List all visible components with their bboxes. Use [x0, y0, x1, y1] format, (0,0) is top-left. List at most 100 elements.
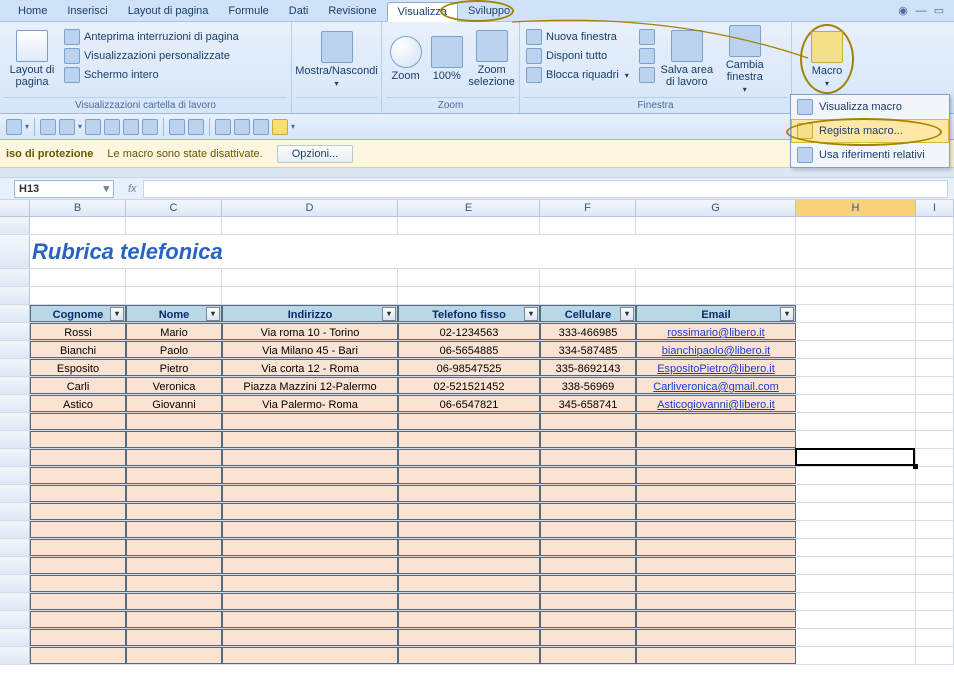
unhide-button[interactable] [637, 66, 657, 84]
cell[interactable] [540, 485, 636, 502]
cell[interactable]: 338-56969 [540, 377, 636, 394]
cell[interactable] [916, 395, 954, 412]
cell[interactable]: 02-521521452 [398, 377, 540, 394]
tab-formulas[interactable]: Formule [218, 2, 278, 20]
cell[interactable] [916, 467, 954, 484]
row-header[interactable] [0, 485, 30, 502]
col-header[interactable]: G [636, 200, 796, 216]
cell[interactable]: Asticogiovanni@libero.it [636, 395, 796, 412]
cell[interactable] [540, 593, 636, 610]
cell[interactable] [540, 539, 636, 556]
qat-icon[interactable] [188, 119, 204, 135]
cell[interactable] [796, 611, 916, 628]
chevron-down-icon[interactable]: ▾ [103, 182, 109, 195]
cell[interactable] [796, 359, 916, 376]
help-icon[interactable]: ◉ [896, 4, 910, 18]
cell[interactable]: Cognome▾ [30, 305, 126, 322]
cell[interactable] [636, 503, 796, 520]
row-header[interactable] [0, 449, 30, 466]
cell[interactable] [916, 539, 954, 556]
email-link[interactable]: rossimario@libero.it [667, 327, 764, 339]
cell[interactable] [540, 449, 636, 466]
cell[interactable] [222, 287, 398, 304]
cell[interactable] [222, 539, 398, 556]
cell[interactable] [916, 629, 954, 646]
cell[interactable] [540, 217, 636, 234]
cell[interactable] [222, 629, 398, 646]
cell[interactable]: bianchipaolo@libero.it [636, 341, 796, 358]
cell[interactable] [222, 485, 398, 502]
cell[interactable] [222, 467, 398, 484]
restore-icon[interactable]: ▭ [932, 4, 946, 18]
cell[interactable] [398, 593, 540, 610]
cell[interactable] [126, 467, 222, 484]
cell[interactable] [636, 485, 796, 502]
cell[interactable] [636, 467, 796, 484]
cell[interactable] [796, 395, 916, 412]
cell[interactable] [222, 593, 398, 610]
arrange-all-button[interactable]: Disponi tutto [524, 47, 631, 65]
cell[interactable]: Bianchi [30, 341, 126, 358]
tab-review[interactable]: Revisione [318, 2, 386, 20]
qat-icon[interactable] [215, 119, 231, 135]
cell[interactable]: Astico [30, 395, 126, 412]
cell[interactable] [916, 611, 954, 628]
cell[interactable] [222, 413, 398, 430]
cell[interactable]: Paolo [126, 341, 222, 358]
cell[interactable] [796, 323, 916, 340]
row-header[interactable] [0, 377, 30, 394]
tab-page-layout[interactable]: Layout di pagina [118, 2, 219, 20]
split-button[interactable] [637, 28, 657, 46]
cell[interactable] [796, 449, 916, 466]
worksheet[interactable]: B C D E F G H I Rubrica telefonicaCognom… [0, 200, 954, 665]
cell[interactable] [636, 269, 796, 286]
cell[interactable] [126, 611, 222, 628]
cell[interactable]: rossimario@libero.it [636, 323, 796, 340]
use-relative-refs-item[interactable]: Usa riferimenti relativi [791, 143, 949, 167]
cell[interactable]: Piazza Mazzini 12-Palermo [222, 377, 398, 394]
cell[interactable] [916, 557, 954, 574]
cell[interactable] [636, 449, 796, 466]
cell[interactable] [126, 521, 222, 538]
cell[interactable] [30, 467, 126, 484]
save-workspace-button[interactable]: Salva area di lavoro [659, 24, 715, 94]
cell[interactable] [30, 485, 126, 502]
cell[interactable] [222, 503, 398, 520]
cell[interactable] [796, 503, 916, 520]
qat-icon[interactable] [142, 119, 158, 135]
cell[interactable]: Rossi [30, 323, 126, 340]
cell[interactable] [222, 449, 398, 466]
cell[interactable] [30, 611, 126, 628]
col-header[interactable]: C [126, 200, 222, 216]
cell[interactable] [916, 359, 954, 376]
qat-icon[interactable] [253, 119, 269, 135]
cell[interactable] [540, 647, 636, 664]
cell[interactable]: Veronica [126, 377, 222, 394]
filter-button[interactable]: ▾ [206, 307, 220, 321]
hide-button[interactable] [637, 47, 657, 65]
cell[interactable] [916, 521, 954, 538]
cell[interactable] [796, 287, 916, 304]
col-header[interactable]: D [222, 200, 398, 216]
cell[interactable] [636, 593, 796, 610]
cell[interactable] [796, 575, 916, 592]
cell[interactable] [398, 413, 540, 430]
cell[interactable]: 333-466985 [540, 323, 636, 340]
cell[interactable] [636, 413, 796, 430]
cell[interactable] [126, 539, 222, 556]
chevron-down-icon[interactable]: ▾ [25, 122, 29, 131]
cell[interactable] [398, 431, 540, 448]
cell[interactable] [540, 467, 636, 484]
cell[interactable] [398, 449, 540, 466]
freeze-panes-button[interactable]: Blocca riquadri▾ [524, 66, 631, 84]
qat-icon[interactable] [59, 119, 75, 135]
row-header[interactable] [0, 503, 30, 520]
page-break-preview-button[interactable]: Anteprima interruzioni di pagina [62, 28, 241, 46]
cell[interactable] [30, 539, 126, 556]
cell[interactable]: 345-658741 [540, 395, 636, 412]
row-header[interactable] [0, 359, 30, 376]
new-window-button[interactable]: Nuova finestra [524, 28, 631, 46]
cell[interactable] [126, 503, 222, 520]
cell[interactable] [796, 539, 916, 556]
cell[interactable]: Mario [126, 323, 222, 340]
